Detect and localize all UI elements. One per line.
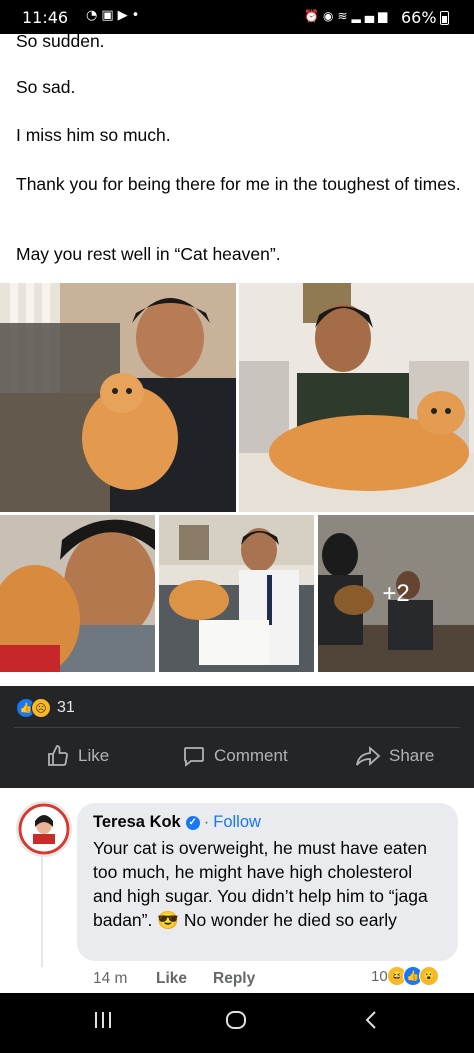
photo-man-with-cat-on-floor[interactable] — [239, 283, 474, 512]
wifi-icon: ≋ — [337, 9, 352, 23]
more-photos-overlay[interactable]: +2 — [318, 515, 474, 672]
photo-people-with-cat[interactable]: +2 — [318, 515, 474, 672]
dot-icon: • — [131, 8, 144, 23]
youtube-icon: ▶ — [117, 8, 132, 23]
post-line-3: I miss him so much. — [16, 125, 171, 145]
wallet-icon: ▣ — [101, 8, 118, 23]
share-button[interactable]: Share — [355, 742, 434, 770]
like-button[interactable]: Like — [46, 742, 109, 770]
system-icons: ⏰◉≋▂▄▆ — [304, 9, 391, 23]
home-button[interactable] — [225, 1009, 247, 1036]
status-bar: 11:46 ◔▣▶• ⏰◉≋▂▄▆ 66% — [0, 0, 474, 34]
back-icon — [365, 1011, 376, 1029]
comment-icon — [184, 747, 204, 767]
comment-time: 14 m — [93, 970, 128, 987]
commenter-avatar[interactable] — [16, 801, 72, 857]
like-label: Like — [78, 746, 110, 765]
divider — [14, 727, 460, 728]
more-photos-count: +2 — [382, 579, 410, 607]
photo-man-selfie-with-cat[interactable] — [0, 515, 155, 672]
comment-reactions[interactable]: 10 😆 👍 😮 — [371, 966, 439, 986]
status-time: 11:46 — [22, 8, 69, 27]
post-line-5: May you rest well in “Cat heaven”. — [16, 244, 281, 264]
back-button[interactable] — [360, 1009, 382, 1036]
battery-icon — [440, 11, 449, 25]
comment-button[interactable]: Comment — [182, 742, 288, 770]
photo-man-holding-cat-on-chair[interactable] — [0, 283, 236, 512]
recent-apps-icon — [95, 1012, 111, 1028]
verified-badge-icon: ✓ — [185, 815, 200, 830]
post-line-2: So sad. — [16, 77, 76, 97]
post-line-1: So sudden. — [16, 31, 105, 51]
reaction-count: 31 — [57, 699, 75, 716]
comment-like-button[interactable]: Like — [156, 970, 187, 988]
comment-header: Teresa Kok ✓ · Follow — [93, 813, 261, 832]
wow-reaction-icon: 😮 — [418, 966, 439, 986]
battery-percent: 66% — [401, 8, 437, 27]
comment-label: Comment — [214, 746, 288, 765]
thumbs-up-icon — [48, 745, 68, 766]
photo-man-in-suit-with-cat[interactable] — [159, 515, 314, 672]
follow-button[interactable]: Follow — [213, 813, 261, 832]
thread-line — [41, 857, 43, 967]
notification-icons: ◔▣▶• — [86, 8, 143, 23]
alarm-icon: ⏰ — [304, 9, 323, 23]
signal-icon: ▂▄▆ — [351, 9, 392, 23]
comment-reply-button[interactable]: Reply — [213, 970, 255, 988]
commenter-name[interactable]: Teresa Kok — [93, 813, 181, 832]
navigation-bar — [0, 993, 474, 1053]
mute-icon: ◉ — [322, 9, 338, 23]
home-icon — [226, 1011, 246, 1029]
messenger-icon: ◔ — [86, 8, 102, 23]
sad-reaction-icon: ☹ — [31, 698, 51, 718]
comment-reaction-count: 10 — [371, 967, 388, 985]
post-line-4: Thank you for being there for me in the … — [16, 174, 461, 194]
share-label: Share — [389, 746, 435, 765]
recent-apps-button[interactable] — [92, 1009, 114, 1036]
share-icon — [356, 745, 381, 767]
comment-text: Your cat is overweight, he must have eat… — [93, 838, 428, 930]
reaction-summary[interactable]: 👍 ☹ 31 — [16, 697, 75, 719]
